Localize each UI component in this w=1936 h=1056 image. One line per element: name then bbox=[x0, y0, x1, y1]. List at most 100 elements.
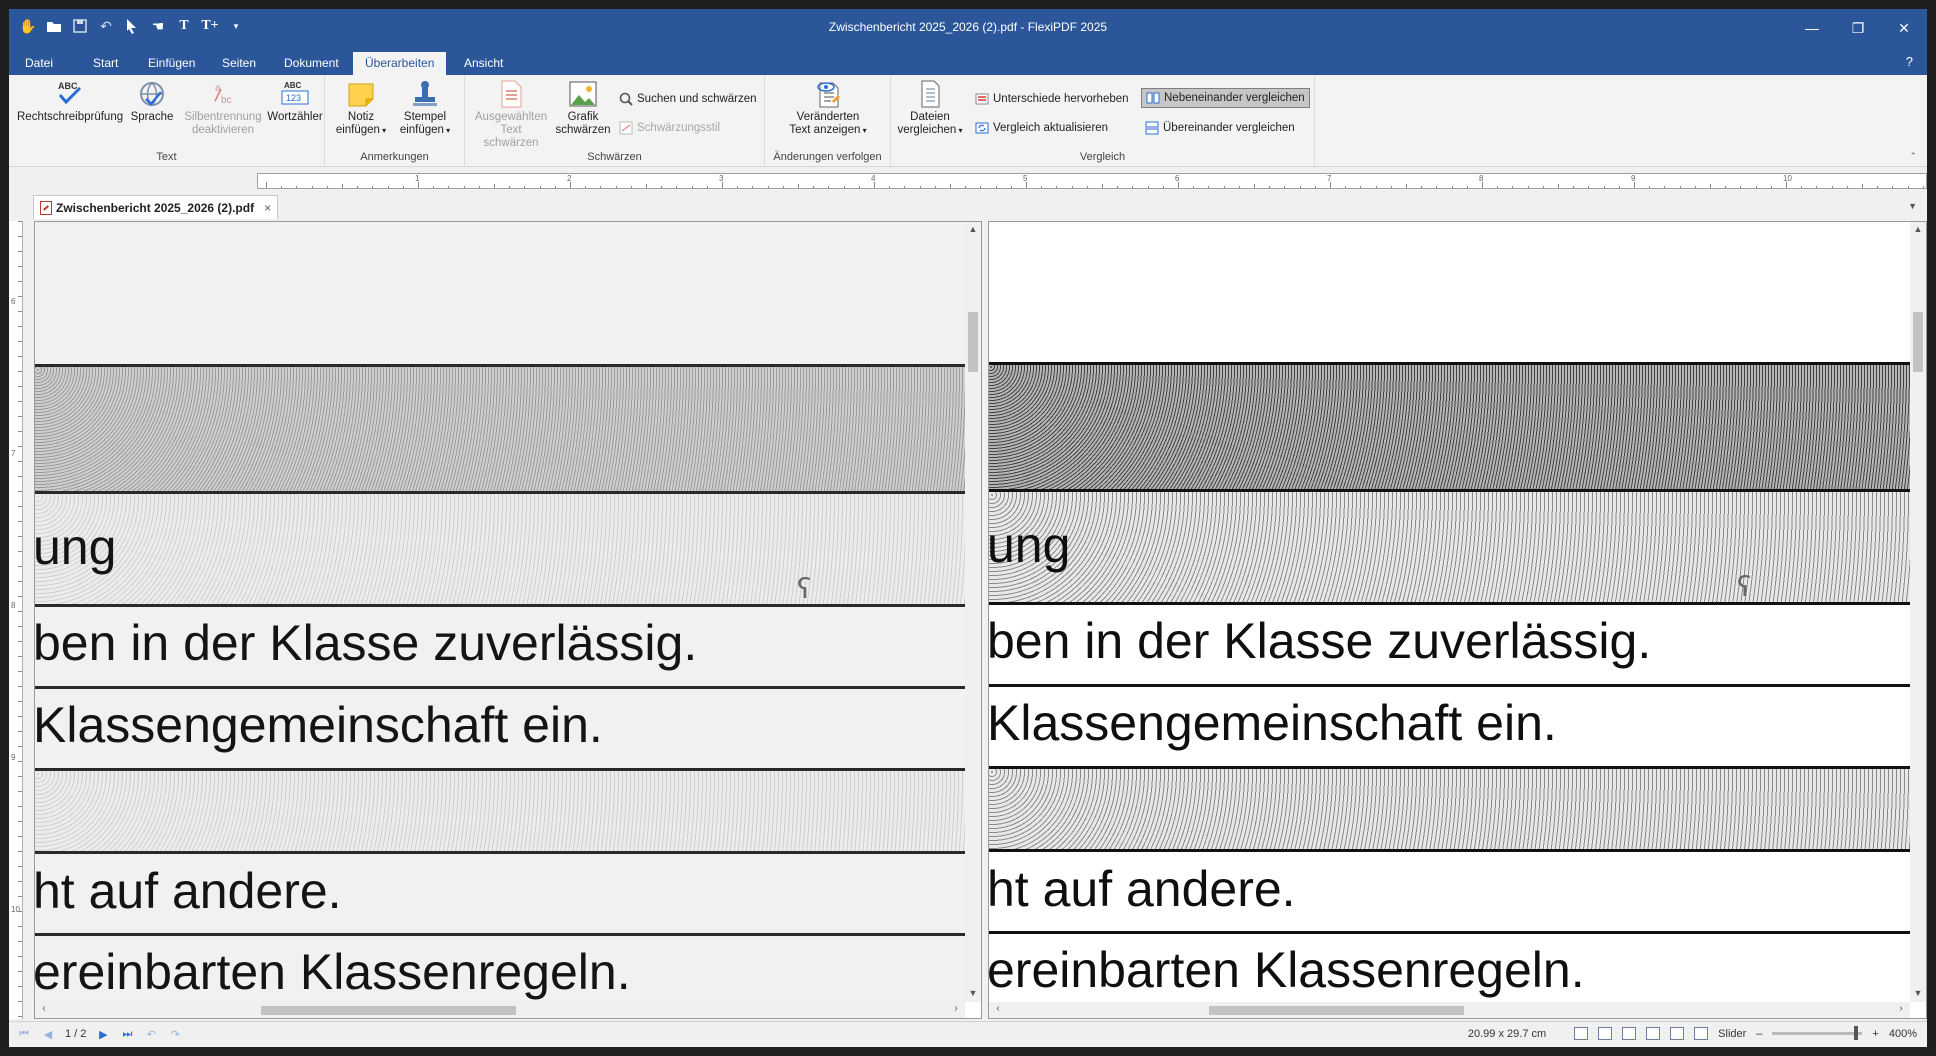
redact-graphic-button[interactable]: Grafik schwärzen bbox=[553, 79, 613, 137]
tab-seiten[interactable]: Seiten bbox=[210, 52, 268, 75]
ruler-tick bbox=[1846, 186, 1848, 188]
scroll-thumb[interactable] bbox=[261, 1006, 516, 1015]
ruler-tick bbox=[1877, 186, 1879, 188]
tab-start[interactable]: Start bbox=[81, 52, 130, 75]
app-window: ✋ ↶ ☚ T T+ ▾ Zwischenbericht 2025_2026 (… bbox=[9, 9, 1927, 1047]
right-compare-pane[interactable]: ung ʕ ben in der Klasse zuverlässig. Kla… bbox=[988, 221, 1927, 1019]
restore-icon[interactable]: ❐ bbox=[1835, 9, 1881, 47]
table-border bbox=[989, 602, 1910, 605]
page-indicator[interactable]: 1 / 2 bbox=[65, 1028, 86, 1040]
ruler-tick bbox=[1588, 186, 1590, 188]
tab-ansicht[interactable]: Ansicht bbox=[452, 52, 515, 75]
vertical-ruler-tick bbox=[18, 911, 22, 912]
document-text-line: ht auf andere. bbox=[989, 861, 1296, 917]
zoom-in-button[interactable]: + bbox=[1872, 1028, 1878, 1040]
document-tab[interactable]: Zwischenbericht 2025_2026 (2).pdf × bbox=[33, 195, 279, 219]
previous-page-icon[interactable]: ◀ bbox=[41, 1027, 55, 1041]
side-by-side-compare-button[interactable]: Nebeneinander vergleichen bbox=[1141, 88, 1310, 108]
tab-ueberarbeiten[interactable]: Überarbeiten bbox=[353, 52, 447, 75]
scroll-down-icon[interactable]: ▼ bbox=[1910, 988, 1926, 1002]
vertical-ruler-tick bbox=[18, 521, 22, 522]
vertical-ruler-tick bbox=[18, 326, 22, 327]
vertical-ruler-tick bbox=[18, 236, 22, 237]
ruler-tick bbox=[1223, 186, 1225, 188]
scroll-up-icon[interactable]: ▲ bbox=[1910, 224, 1926, 238]
redact-selected-text-button[interactable]: Ausgewählten Text schwärzen bbox=[473, 79, 549, 150]
collapse-ribbon-icon[interactable]: ⌃ bbox=[1909, 151, 1917, 162]
scroll-right-icon[interactable]: › bbox=[1894, 1003, 1908, 1017]
left-vertical-scrollbar[interactable]: ▲ ▼ bbox=[965, 222, 981, 1002]
compare-files-button[interactable]: Dateien vergleichen ▾ bbox=[897, 79, 963, 137]
show-changed-text-button[interactable]: Veränderten Text anzeigen ▾ bbox=[785, 79, 871, 137]
vertical-ruler-tick bbox=[18, 1016, 22, 1017]
first-page-icon[interactable]: ⏮ bbox=[17, 1027, 31, 1041]
page-size-readout: 20.99 x 29.7 cm bbox=[1467, 1027, 1547, 1040]
group-track-changes: Veränderten Text anzeigen ▾ Änderungen v… bbox=[765, 75, 891, 167]
svg-text:ABC: ABC bbox=[58, 81, 78, 91]
book-view-icon[interactable] bbox=[1694, 1027, 1709, 1040]
scroll-up-icon[interactable]: ▲ bbox=[965, 224, 981, 238]
vertical-ruler-tick bbox=[18, 806, 22, 807]
document-text-line: ereinbarten Klassenregeln. bbox=[35, 944, 631, 1000]
wordcount-button[interactable]: ABC 123 Wortzähler bbox=[267, 79, 323, 124]
vertical-ruler-tick bbox=[18, 416, 22, 417]
insert-note-button[interactable]: Notiz einfügen ▾ bbox=[333, 79, 389, 137]
single-page-view-icon[interactable] bbox=[1574, 1027, 1589, 1040]
help-button[interactable]: ? bbox=[1906, 54, 1913, 69]
minimize-icon[interactable]: — bbox=[1789, 9, 1835, 47]
vertical-ruler-tick bbox=[18, 221, 22, 222]
ruler-number: 5 bbox=[1023, 174, 1028, 183]
tab-einfuegen[interactable]: Einfügen bbox=[136, 52, 207, 75]
ruler-tick bbox=[1710, 184, 1711, 188]
wordcount-icon: ABC 123 bbox=[279, 79, 311, 109]
ruler-tick bbox=[706, 186, 708, 188]
right-horizontal-scrollbar[interactable]: ‹ › bbox=[989, 1002, 1910, 1018]
tab-datei[interactable]: Datei bbox=[13, 52, 65, 75]
zoom-slider-knob[interactable] bbox=[1854, 1026, 1859, 1040]
grid-view-icon[interactable] bbox=[1670, 1027, 1685, 1040]
right-vertical-scrollbar[interactable]: ▲ ▼ bbox=[1910, 222, 1926, 1002]
zoom-out-button[interactable]: – bbox=[1756, 1028, 1762, 1040]
history-forward-icon[interactable]: ↷ bbox=[168, 1027, 182, 1041]
tab-list-dropdown-icon[interactable]: ▼ bbox=[1908, 201, 1917, 211]
ruler-tick bbox=[1573, 186, 1575, 188]
last-page-icon[interactable]: ⏭ bbox=[120, 1027, 134, 1041]
group-label-annotations: Anmerkungen bbox=[360, 151, 429, 163]
close-icon[interactable]: ✕ bbox=[1881, 9, 1927, 47]
search-and-redact-button[interactable]: Suchen und schwärzen bbox=[615, 89, 761, 109]
scroll-left-icon[interactable]: ‹ bbox=[37, 1003, 51, 1017]
language-button[interactable]: Sprache bbox=[127, 79, 177, 124]
left-compare-pane[interactable]: ung ʕ ben in der Klasse zuverlässig. Kla… bbox=[34, 221, 982, 1019]
highlight-differences-button[interactable]: Unterschiede hervorheben bbox=[971, 89, 1133, 109]
zoom-level: 400% bbox=[1888, 1027, 1917, 1040]
vertical-ruler-tick bbox=[18, 866, 22, 867]
group-compare: Dateien vergleichen ▾ Unterschiede hervo… bbox=[891, 75, 1315, 167]
hyphenation-button[interactable]: a bc Silbentrennung deaktivieren bbox=[181, 79, 265, 137]
scroll-thumb[interactable] bbox=[1913, 312, 1923, 372]
close-tab-icon[interactable]: × bbox=[264, 201, 271, 215]
table-border bbox=[989, 849, 1910, 852]
continuous-two-page-view-icon[interactable] bbox=[1646, 1027, 1661, 1040]
vertical-ruler-tick bbox=[18, 716, 22, 717]
left-horizontal-scrollbar[interactable]: ‹ › bbox=[35, 1002, 965, 1018]
stacked-compare-button[interactable]: Übereinander vergleichen bbox=[1141, 118, 1299, 138]
ruler-tick bbox=[1907, 186, 1909, 188]
scroll-thumb[interactable] bbox=[968, 312, 978, 372]
zoom-slider[interactable] bbox=[1772, 1026, 1863, 1040]
scroll-right-icon[interactable]: › bbox=[949, 1003, 963, 1017]
scroll-left-icon[interactable]: ‹ bbox=[991, 1003, 1005, 1017]
history-back-icon[interactable]: ↶ bbox=[144, 1027, 158, 1041]
ruler-tick bbox=[1542, 186, 1544, 188]
scroll-down-icon[interactable]: ▼ bbox=[965, 988, 981, 1002]
redaction-style-button[interactable]: Schwärzungsstil bbox=[615, 118, 724, 138]
two-page-view-icon[interactable] bbox=[1598, 1027, 1613, 1040]
refresh-comparison-button[interactable]: Vergleich aktualisieren bbox=[971, 118, 1112, 138]
group-label-compare: Vergleich bbox=[1079, 151, 1126, 163]
tab-dokument[interactable]: Dokument bbox=[272, 52, 351, 75]
next-page-icon[interactable]: ▶ bbox=[96, 1027, 110, 1041]
scroll-thumb[interactable] bbox=[1209, 1006, 1464, 1015]
spellcheck-button[interactable]: ABC Rechtschreibprüfung bbox=[17, 79, 123, 124]
zoom-mode-label[interactable]: Slider bbox=[1718, 1028, 1746, 1040]
continuous-view-icon[interactable] bbox=[1622, 1027, 1637, 1040]
insert-stamp-button[interactable]: Stempel einfügen ▾ bbox=[395, 79, 455, 137]
